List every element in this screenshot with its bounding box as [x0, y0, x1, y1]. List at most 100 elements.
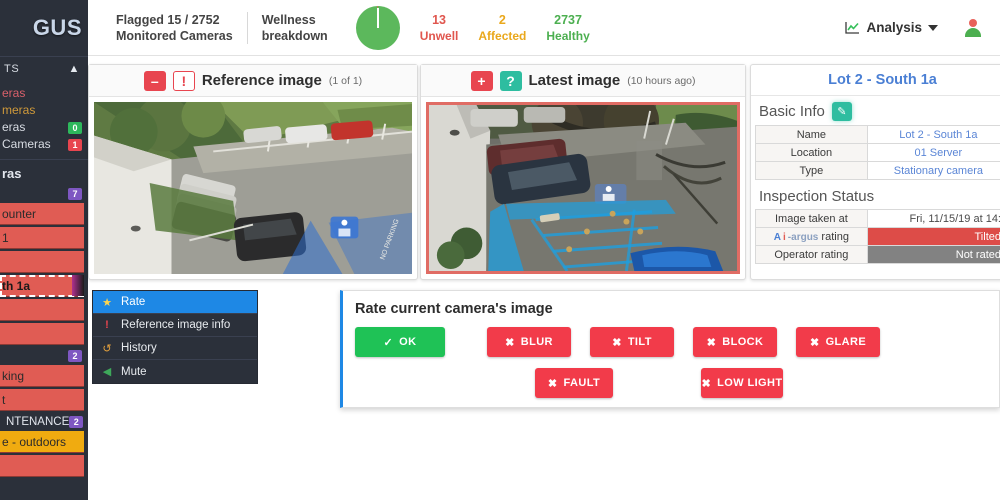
plus-icon[interactable]: + [470, 70, 493, 91]
sidebar-item-3[interactable]: Cameras 1 [0, 136, 88, 153]
stat-unwell: 13 Unwell [420, 12, 459, 44]
group-badge: 2 [69, 416, 84, 428]
camera-list-item[interactable] [0, 251, 84, 273]
camera-list-item[interactable]: e - outdoors [0, 431, 84, 453]
rate-tilt-button[interactable]: ✖ TILT [590, 327, 674, 357]
row-key: Operator rating [755, 245, 868, 264]
rate-block-label: BLOCK [722, 336, 764, 348]
row-key: Location [755, 143, 868, 162]
camera-list-item[interactable]: 1 [0, 227, 84, 249]
x-icon: ✖ [547, 377, 558, 390]
menu-item-rate[interactable]: ★ Rate [93, 291, 257, 314]
rate-ok-button[interactable]: ✓ OK [355, 327, 445, 357]
flagged-count: Flagged 15 / 2752 [116, 12, 220, 27]
latest-image-subtitle: (10 hours ago) [627, 74, 696, 87]
chevron-down-icon[interactable] [928, 24, 938, 31]
rate-dialog: Rate current camera's image ✓ OK ✖ BLUR … [340, 290, 1000, 408]
group-badge: 7 [68, 188, 82, 200]
sidebar-subheader: ras [0, 159, 88, 185]
camera-list-item-selected[interactable]: th 1a [0, 275, 84, 297]
wellness-stats: 13 Unwell 2 Affected 2737 Healthy [420, 12, 590, 44]
menu-item-label: History [121, 342, 157, 354]
camera-list-item[interactable]: t [0, 389, 84, 411]
history-icon: ↺ [102, 342, 112, 355]
row-key: Image taken at [755, 209, 868, 228]
camera-list-item[interactable] [0, 455, 84, 477]
camera-list-item[interactable] [0, 323, 84, 345]
wellness-label: Wellness breakdown [248, 12, 342, 44]
basic-info-section: Basic Info ✎ [751, 96, 1000, 125]
menu-item-history[interactable]: ↺ History [93, 337, 257, 360]
inspection-status-table: Image taken at Fri, 11/15/19 at 14: Ai -a… [755, 209, 1000, 264]
reference-camera-image[interactable]: NO PARKING [94, 102, 412, 274]
menu-item-reference-image-info[interactable]: ! Reference image info [93, 314, 257, 337]
menu-item-label: Rate [121, 296, 146, 308]
row-value[interactable]: Stationary camera [866, 161, 1000, 180]
row-key: Type [755, 161, 868, 180]
rate-glare-button[interactable]: ✖ GLARE [796, 327, 880, 357]
reference-image-header: – ! Reference image (1 of 1) [89, 65, 417, 97]
sidebar-item-0[interactable]: eras [0, 85, 88, 102]
row-key: Name [755, 125, 868, 144]
camera-list-item[interactable] [0, 299, 84, 321]
camera-label: king [2, 368, 25, 383]
rate-low-light-button[interactable]: ✖ LOW LIGHT [701, 368, 783, 398]
rate-fault-label: FAULT [563, 377, 601, 389]
row-value[interactable]: Lot 2 - South 1a [866, 125, 1000, 144]
wellness-line-1: Wellness [261, 12, 316, 27]
table-row: Name Lot 2 - South 1a [755, 125, 1000, 144]
inspection-status-label: Inspection Status [759, 188, 875, 205]
camera-group-0-header[interactable]: 7 [0, 185, 88, 203]
minus-icon[interactable]: – [143, 70, 166, 91]
table-row: Ai -argus rating Tilted [755, 227, 1000, 246]
table-row: Operator rating Not rated [755, 245, 1000, 264]
rate-glare-label: GLARE [825, 336, 867, 348]
sidebar-item-2[interactable]: eras 0 [0, 119, 88, 136]
wellness-donut-chart [355, 5, 400, 50]
analysis-menu-button[interactable]: Analysis [845, 20, 938, 35]
table-row: Image taken at Fri, 11/15/19 at 14: [755, 209, 1000, 228]
row-value[interactable]: 01 Server [866, 143, 1000, 162]
camera-group-1-header[interactable]: 2 [0, 347, 88, 365]
camera-label: ounter [2, 206, 37, 221]
basic-info-label: Basic Info [759, 103, 825, 120]
camera-list-item[interactable]: ounter [0, 203, 84, 225]
table-row: Type Stationary camera [755, 161, 1000, 180]
latest-image-title: Latest image [528, 72, 621, 89]
rate-tilt-label: TILT [627, 336, 652, 348]
edit-pencil-icon[interactable]: ✎ [831, 102, 852, 121]
star-icon: ★ [102, 296, 112, 309]
exclamation-icon: ! [105, 319, 109, 331]
basic-info-table: Name Lot 2 - South 1a Location 01 Server… [755, 125, 1000, 180]
chart-line-icon [845, 22, 860, 34]
sidebar-section-header[interactable]: TS ▲ [0, 56, 88, 81]
sidebar-item-badge: 1 [68, 138, 82, 151]
sidebar-item-label: eras [2, 120, 26, 134]
stat-healthy: 2737 Healthy [546, 12, 589, 44]
chevron-up-icon[interactable]: ▲ [69, 63, 81, 75]
question-icon[interactable]: ? [499, 70, 522, 91]
exclamation-icon[interactable]: ! [172, 70, 195, 91]
inspection-status-section: Inspection Status [751, 186, 1000, 209]
row-value: Fri, 11/15/19 at 14: [866, 209, 1000, 228]
x-icon: ✖ [701, 377, 712, 390]
menu-item-mute[interactable]: ◀ Mute [93, 360, 257, 383]
latest-camera-image[interactable] [426, 102, 740, 274]
camera-group-2-header[interactable]: NTENANCE 2 [0, 413, 88, 431]
menu-item-label: Mute [121, 365, 147, 378]
monitored-cameras-label: Monitored Cameras [116, 28, 233, 43]
rate-dialog-wrapper: ★ Rate ! Reference image info ↺ History … [88, 290, 1000, 408]
user-avatar-icon[interactable] [964, 18, 982, 37]
sidebar-item-label: eras [2, 86, 26, 100]
x-icon: ✖ [505, 336, 515, 349]
analysis-label: Analysis [866, 20, 922, 35]
rate-block-button[interactable]: ✖ BLOCK [693, 327, 777, 357]
sidebar-item-1[interactable]: meras [0, 102, 88, 119]
sidebar-links: eras meras eras 0 Cameras 1 [0, 81, 88, 159]
rate-blur-button[interactable]: ✖ BLUR [487, 327, 571, 357]
app-logo[interactable]: GUS [0, 0, 88, 56]
camera-list-item[interactable]: king [0, 365, 84, 387]
sidebar-item-badge: 0 [68, 121, 82, 134]
rate-fault-button[interactable]: ✖ FAULT [535, 368, 613, 398]
x-icon: ✖ [809, 336, 820, 349]
